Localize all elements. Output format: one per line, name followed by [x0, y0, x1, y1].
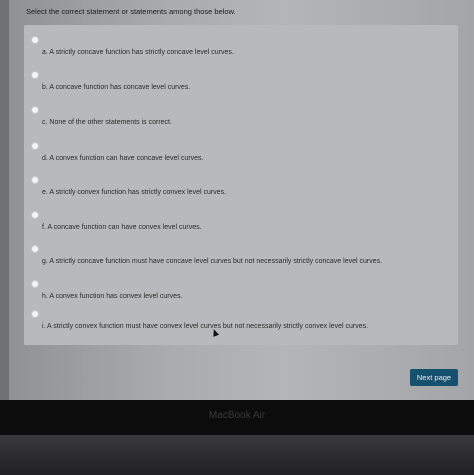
option-label: d. A convex function can have concave le… [42, 155, 204, 162]
device-brand-label: MacBook Air [208, 410, 266, 421]
next-page-button[interactable]: Next page [410, 369, 458, 386]
option-f[interactable]: f. A concave function can have convex le… [24, 206, 458, 240]
option-label: b. A concave function has concave level … [42, 84, 191, 91]
option-label: i. A strictly convex function must have … [42, 323, 369, 330]
option-i[interactable]: i. A strictly convex function must have … [24, 305, 458, 339]
option-label: f. A concave function can have convex le… [42, 224, 202, 231]
radio-button[interactable] [31, 176, 39, 184]
radio-button[interactable] [31, 142, 39, 150]
left-edge [0, 0, 9, 400]
screen: Select the correct statement or statemen… [0, 0, 474, 400]
option-e[interactable]: e. A strictly convex function has strict… [24, 171, 458, 205]
laptop-base [0, 435, 474, 475]
option-a[interactable]: a. A strictly concave function has stric… [24, 31, 458, 65]
option-label: c. None of the other statements is corre… [42, 119, 172, 126]
option-label: e. A strictly convex function has strict… [42, 189, 227, 196]
option-g[interactable]: g. A strictly concave function must have… [24, 240, 458, 274]
option-h[interactable]: h. A convex function has convex level cu… [24, 275, 458, 309]
radio-button[interactable] [31, 36, 39, 44]
answer-options-panel: a. A strictly concave function has stric… [24, 25, 458, 345]
radio-button[interactable] [31, 211, 39, 219]
option-d[interactable]: d. A convex function can have concave le… [24, 137, 458, 171]
question-prompt: Select the correct statement or statemen… [26, 7, 236, 16]
option-label: g. A strictly concave function must have… [42, 258, 383, 265]
radio-button[interactable] [31, 71, 39, 79]
radio-button[interactable] [31, 245, 39, 253]
radio-button[interactable] [31, 310, 39, 318]
option-label: h. A convex function has convex level cu… [42, 293, 183, 300]
option-b[interactable]: b. A concave function has concave level … [24, 66, 458, 100]
option-label: a. A strictly concave function has stric… [42, 49, 234, 56]
radio-button[interactable] [31, 280, 39, 288]
option-c[interactable]: c. None of the other statements is corre… [24, 101, 458, 135]
radio-button[interactable] [31, 106, 39, 114]
